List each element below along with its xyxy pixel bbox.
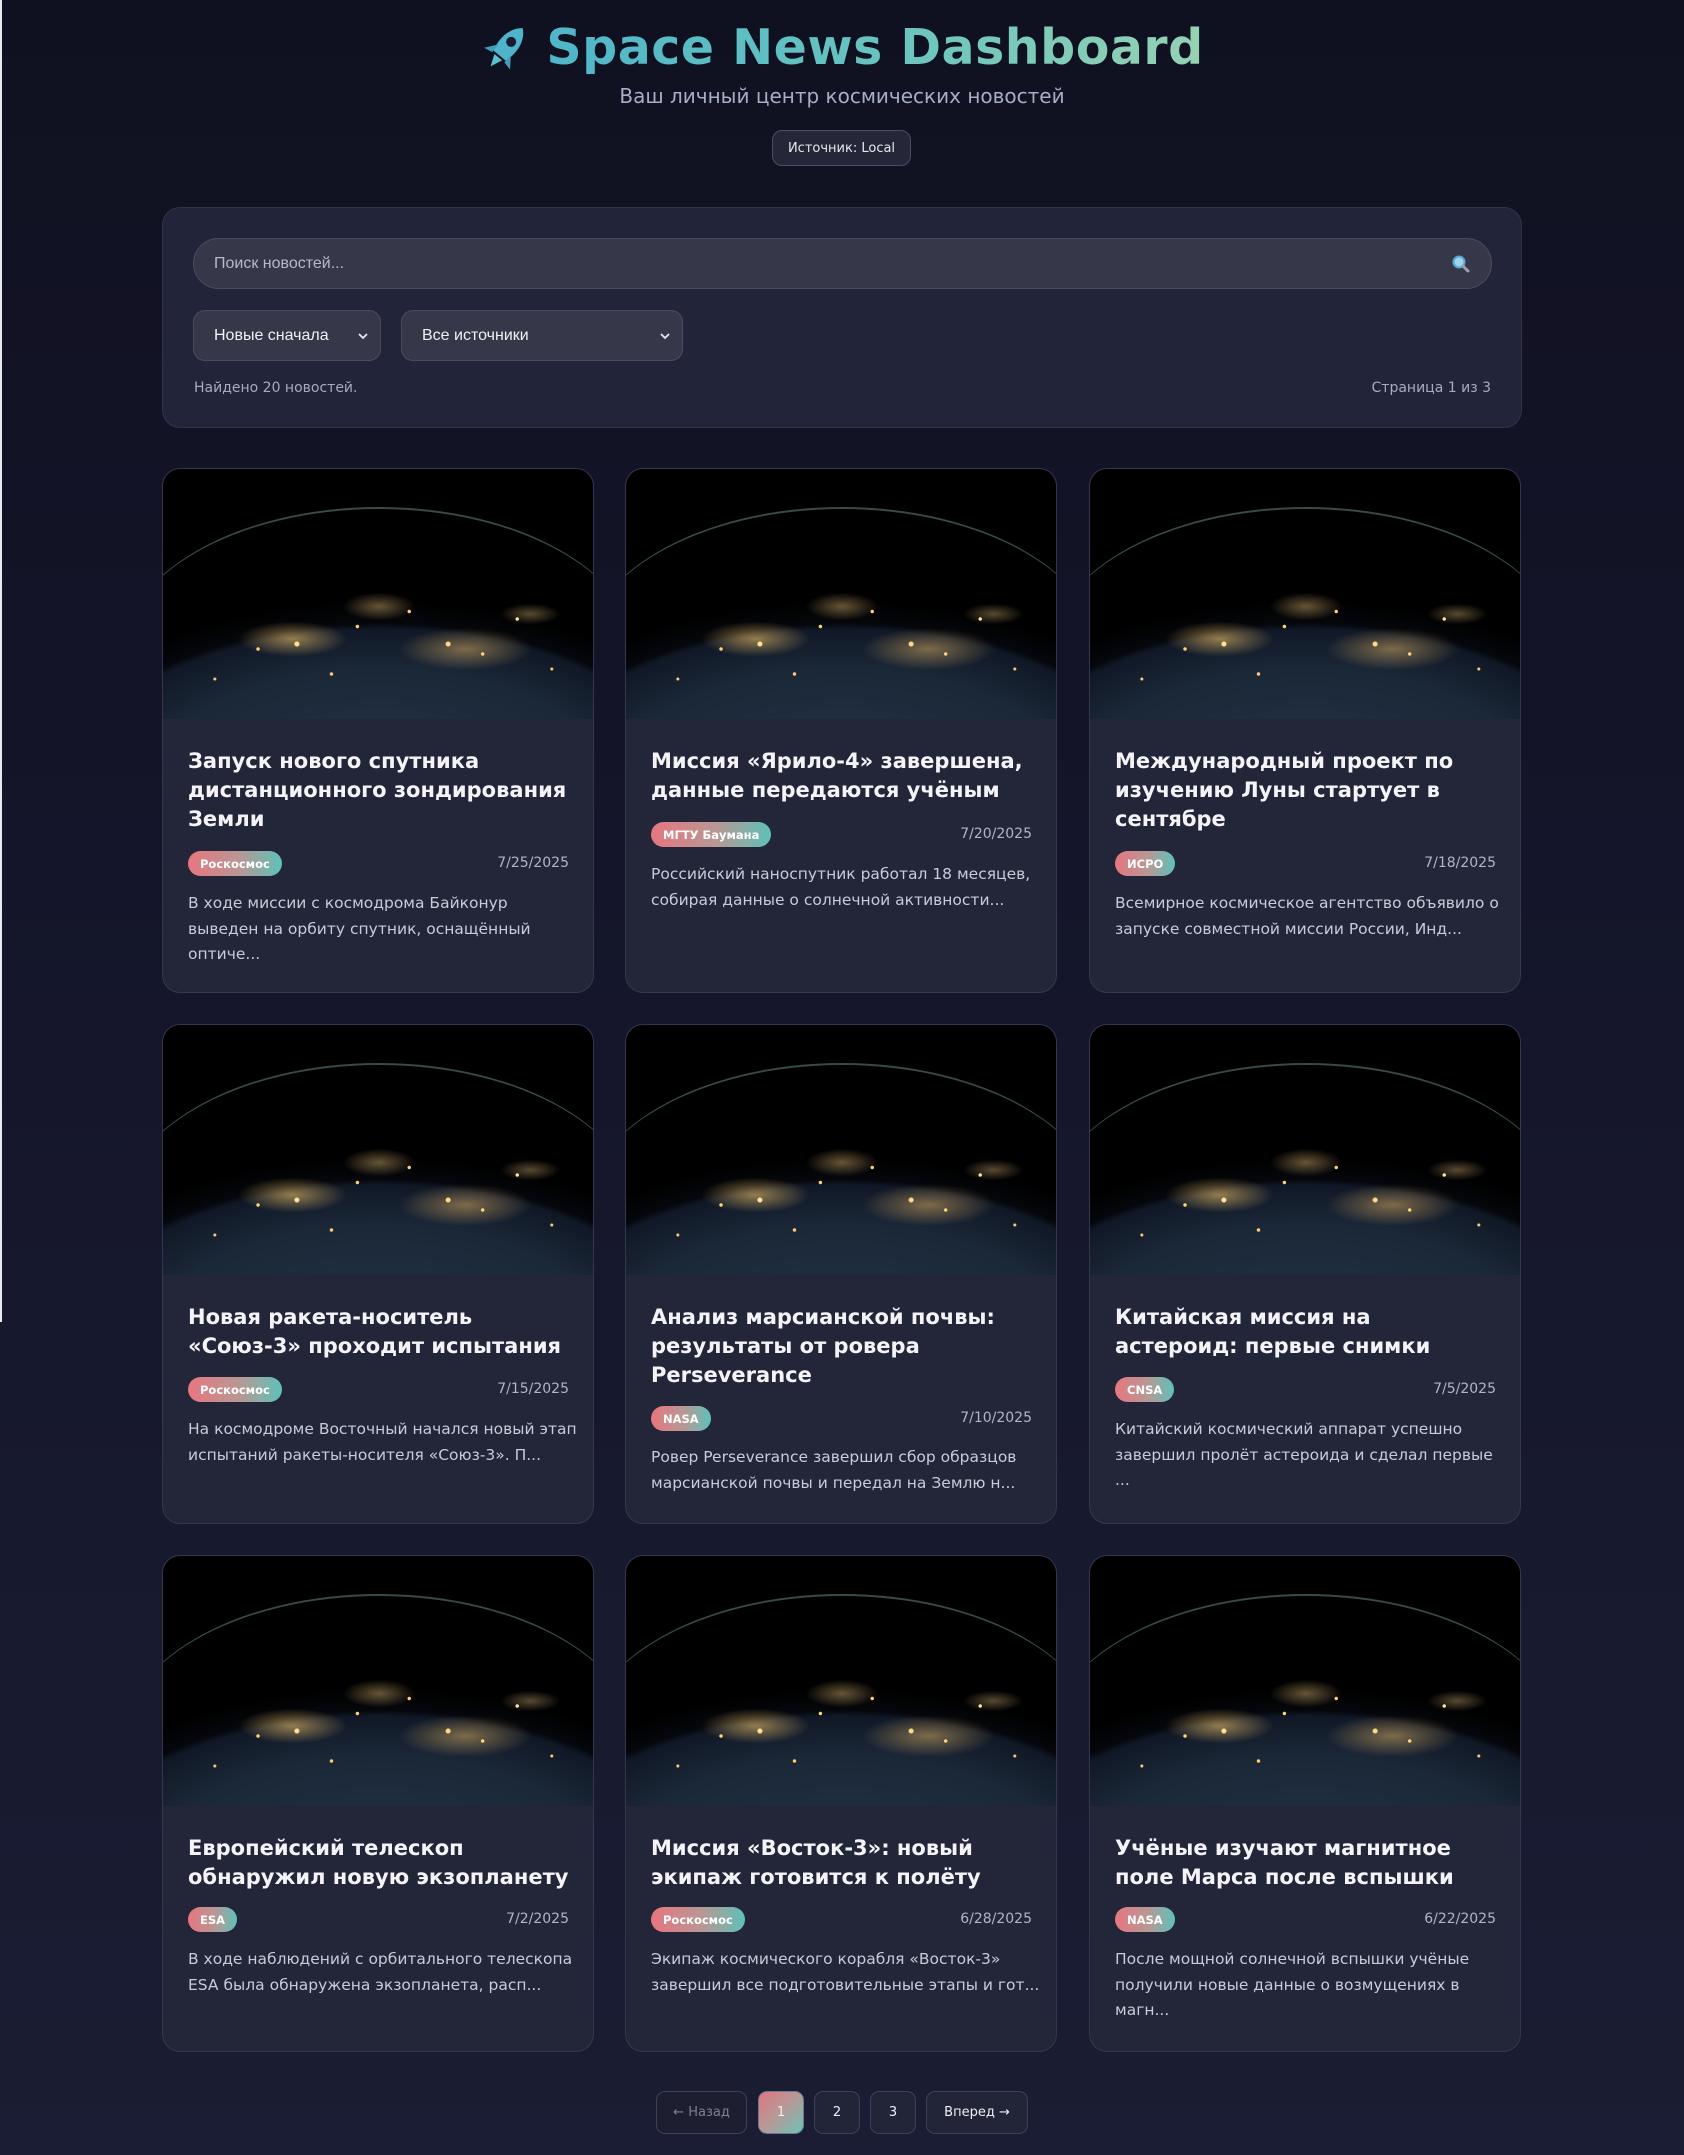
card-excerpt: Всемирное космическое агентство объявило… [1115,894,1499,938]
card-date: 7/25/2025 [497,855,569,871]
card-date: 6/28/2025 [960,1911,1032,1927]
page-2-button[interactable]: 2 [814,2091,860,2134]
page-3-button[interactable]: 3 [870,2091,916,2134]
news-card[interactable]: Миссия «Восток-3»: новый экипаж готовитс… [625,1555,1057,2052]
source-badge: Роскосмос [651,1907,745,1932]
news-card[interactable]: Запуск нового спутника дистанционного зо… [162,468,594,993]
prev-page-button[interactable]: ← Назад [656,2091,747,2134]
chevron-down-icon [658,327,672,345]
card-date: 7/2/2025 [506,1911,569,1927]
news-card[interactable]: Новая ракета-носитель «Союз-3» проходит … [162,1024,594,1524]
news-card[interactable]: Международный проект по изучению Луны ст… [1089,468,1521,993]
source-badge: ИСРО [1115,851,1176,876]
card-title[interactable]: Учёные изучают магнитное поле Марса посл… [1115,1834,1500,1892]
news-card[interactable]: Китайская миссия на астероид: первые сни… [1089,1024,1521,1524]
card-excerpt: В ходе миссии с космодрома Байконур выве… [188,894,531,963]
source-badge: CNSA [1115,1377,1175,1402]
source-button[interactable]: Источник: Local [772,130,911,166]
sort-select[interactable]: Новые сначала [193,310,381,361]
card-image [163,1556,593,1806]
card-image [1090,1556,1520,1806]
card-date: 7/15/2025 [497,1381,569,1397]
card-excerpt: Ровер Perseverance завершил сбор образцо… [651,1448,1017,1492]
source-badge: Роскосмос [188,851,282,876]
news-card[interactable]: Анализ марсианской почвы: результаты от … [625,1024,1057,1524]
news-card[interactable]: Миссия «Ярило-4» завершена, данные перед… [625,468,1057,993]
results-count: Найдено 20 новостей. [194,380,358,396]
page-1-button[interactable]: 1 [758,2091,804,2134]
card-date: 7/18/2025 [1424,855,1496,871]
card-image [163,469,593,719]
search-input[interactable] [214,239,1434,288]
sort-select-value: Новые сначала [214,326,329,344]
card-title[interactable]: Миссия «Ярило-4» завершена, данные перед… [651,747,1036,805]
page-indicator: Страница 1 из 3 [1371,380,1491,396]
card-date: 6/22/2025 [1424,1911,1496,1927]
source-select[interactable]: Все источники [401,310,683,361]
title-row: Space News Dashboard [0,18,1684,78]
card-image [163,1025,593,1275]
news-card[interactable]: Европейский телескоп обнаружил новую экз… [162,1555,594,2052]
search-icon[interactable] [1451,254,1471,274]
card-date: 7/5/2025 [1433,1381,1496,1397]
source-badge: NASA [651,1406,711,1431]
source-badge: ESA [188,1907,238,1932]
source-select-value: Все источники [422,326,529,344]
search-bar[interactable] [193,238,1492,289]
source-badge: МГТУ Баумана [651,822,772,847]
page-subtitle: Ваш личный центр космических новостей [619,84,1065,108]
next-page-button[interactable]: Вперед → [926,2091,1028,2134]
filter-panel: Новые сначала Все источники Найдено 20 н… [162,207,1522,428]
card-date: 7/10/2025 [960,1410,1032,1426]
card-image [1090,469,1520,719]
card-title[interactable]: Европейский телескоп обнаружил новую экз… [188,1834,573,1892]
card-title[interactable]: Новая ракета-носитель «Союз-3» проходит … [188,1303,573,1361]
card-title[interactable]: Запуск нового спутника дистанционного зо… [188,747,573,834]
card-excerpt: Российский наноспутник работал 18 месяце… [651,865,1031,909]
card-date: 7/20/2025 [960,826,1032,842]
card-excerpt: Экипаж космического корабля «Восток-3» з… [651,1950,1040,1994]
card-excerpt: После мощной солнечной вспышки учёные по… [1115,1950,1470,2019]
page-title: Space News Dashboard [546,19,1204,76]
card-excerpt: В ходе наблюдений с орбитального телеско… [188,1950,573,1994]
card-title[interactable]: Китайская миссия на астероид: первые сни… [1115,1303,1500,1361]
card-image [626,469,1056,719]
card-image [626,1025,1056,1275]
news-card[interactable]: Учёные изучают магнитное поле Марса посл… [1089,1555,1521,2052]
left-edge-strip [0,0,2,1322]
chevron-down-icon [356,327,370,345]
card-title[interactable]: Анализ марсианской почвы: результаты от … [651,1303,1036,1390]
card-title[interactable]: Миссия «Восток-3»: новый экипаж готовитс… [651,1834,1036,1892]
card-excerpt: На космодроме Восточный начался новый эт… [188,1420,577,1464]
card-title[interactable]: Международный проект по изучению Луны ст… [1115,747,1500,834]
card-image [626,1556,1056,1806]
source-badge: Роскосмос [188,1377,282,1402]
rocket-icon [480,20,532,76]
card-excerpt: Китайский космический аппарат успешно за… [1115,1420,1493,1489]
source-badge: NASA [1115,1907,1175,1932]
card-image [1090,1025,1520,1275]
